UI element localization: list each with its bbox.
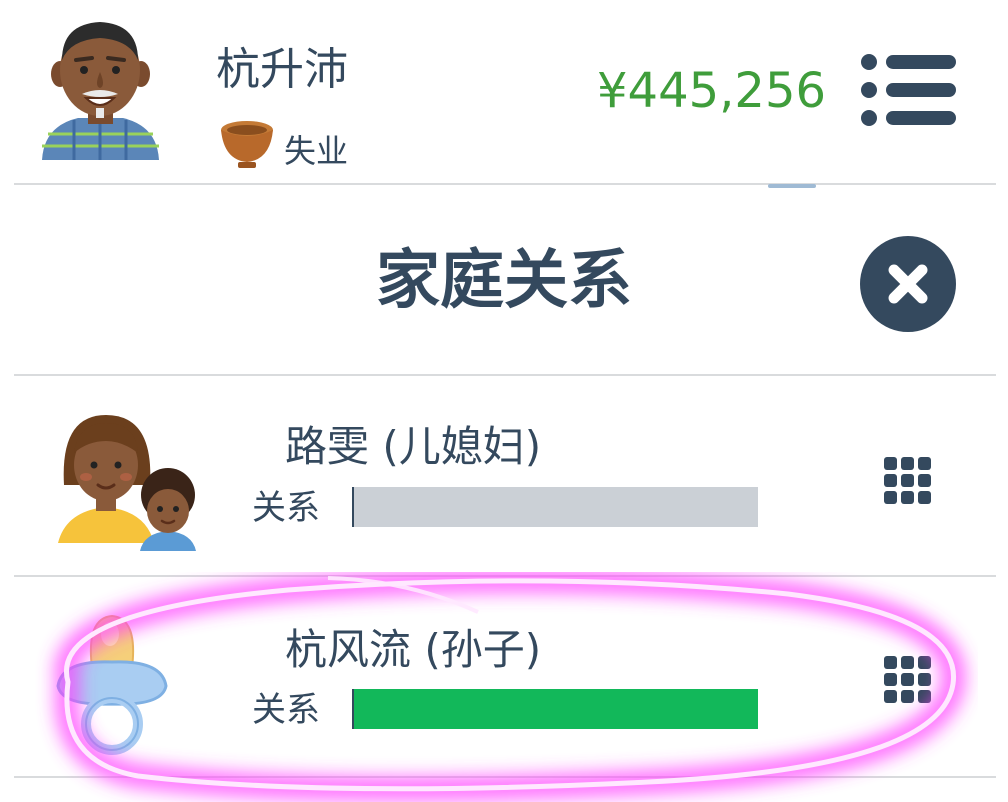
grid-dot [918, 673, 931, 686]
relationship-bar [352, 487, 758, 527]
grid-dot [884, 690, 897, 703]
mother-with-child-avatar-icon [44, 407, 204, 567]
grid-dot [918, 656, 931, 669]
row-divider [14, 776, 996, 778]
grid-dot [918, 474, 931, 487]
baby-pacifier-icon [44, 608, 204, 768]
relation-name: 路雯 (儿媳妇) [285, 422, 542, 471]
empty-bowl-icon [218, 116, 276, 172]
relationship-bar-fill [354, 689, 758, 729]
relation-name: 杭风流 (孙子) [285, 625, 542, 674]
grid-dot [901, 457, 914, 470]
grid-dot [901, 491, 914, 504]
relation-row[interactable]: 杭风流 (孙子) 关系 [0, 578, 1008, 776]
grid-dot [918, 491, 931, 504]
grid-dot [884, 457, 897, 470]
relation-actions-button[interactable] [880, 652, 936, 708]
grid-dot [901, 673, 914, 686]
relation-label: 关系 [252, 488, 320, 528]
close-icon [888, 264, 928, 304]
scroll-indicator [768, 184, 816, 188]
player-name: 杭升沛 [216, 44, 348, 95]
title-divider [14, 374, 996, 376]
job-status-label: 失业 [284, 132, 349, 170]
player-avatar[interactable] [38, 14, 163, 164]
main-menu-button[interactable] [858, 53, 958, 128]
grid-dot [884, 673, 897, 686]
relation-row[interactable]: 路雯 (儿媳妇) 关系 [0, 377, 1008, 575]
list-menu-icon [861, 54, 956, 126]
row-divider [14, 575, 996, 577]
grid-dot [901, 690, 914, 703]
grid-dot [884, 656, 897, 669]
grid-dot [918, 690, 931, 703]
grid-dot [884, 491, 897, 504]
grid-dot [884, 474, 897, 487]
grid-dot [901, 474, 914, 487]
grid-dot [918, 457, 931, 470]
elderly-man-avatar-icon [42, 22, 159, 160]
close-button[interactable] [860, 236, 956, 332]
modal-title: 家庭关系 [376, 244, 632, 318]
relationship-bar [352, 689, 758, 729]
grid-dot [901, 656, 914, 669]
grid-menu-icon [884, 457, 931, 504]
grid-menu-icon [884, 656, 931, 703]
header-divider [14, 183, 996, 185]
relation-actions-button[interactable] [880, 453, 936, 509]
relation-label: 关系 [252, 690, 320, 730]
money-balance: ¥445,256 [597, 63, 827, 119]
